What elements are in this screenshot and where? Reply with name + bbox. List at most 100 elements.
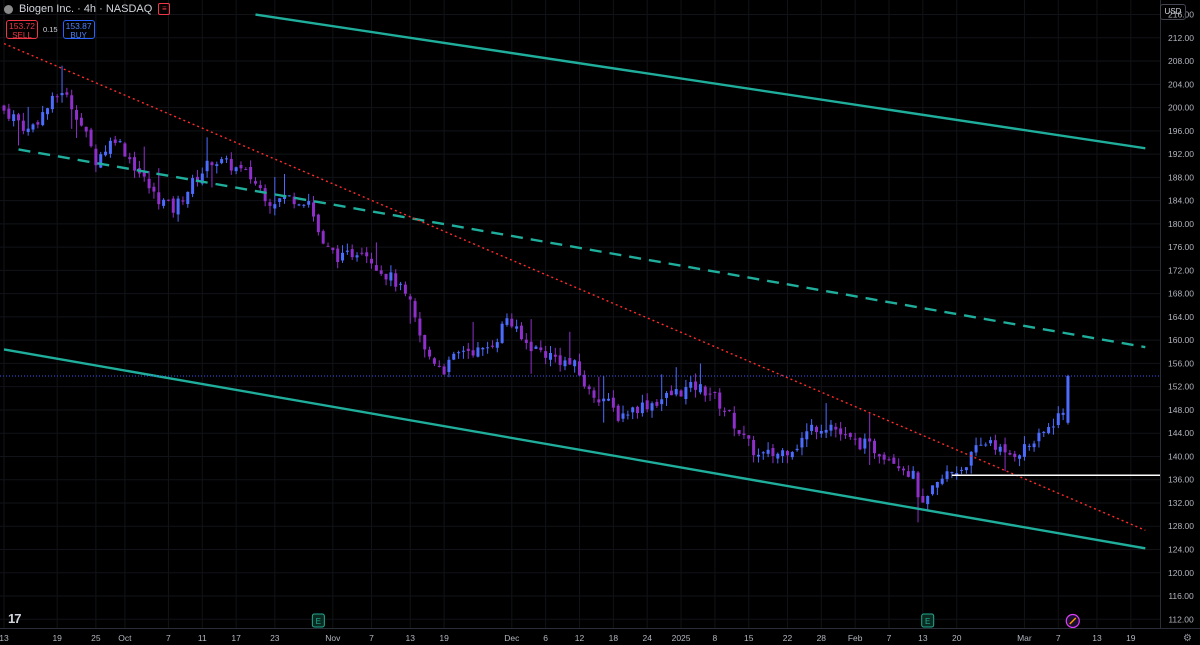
candle-body xyxy=(84,126,88,132)
candle-body xyxy=(302,204,306,206)
y-tick-label: 196.00 xyxy=(1168,126,1194,136)
x-tick-label: 7 xyxy=(1056,633,1061,643)
candle-body xyxy=(640,402,644,414)
x-tick-label: 13 xyxy=(918,633,928,643)
candle-body xyxy=(810,424,814,431)
candle-body xyxy=(336,248,340,263)
candle-body xyxy=(331,247,335,251)
candle-body xyxy=(476,347,480,357)
symbol-header[interactable]: Biogen Inc. · 4h · NASDAQ ≡ xyxy=(4,3,171,15)
candle-body xyxy=(684,387,688,400)
chart-background xyxy=(0,0,1200,645)
candle-body xyxy=(858,438,862,450)
candle-body xyxy=(123,143,127,157)
candle-body xyxy=(1032,443,1036,448)
candle-body xyxy=(544,351,548,358)
candle-body xyxy=(394,273,398,287)
y-tick-label: 160.00 xyxy=(1168,335,1194,345)
y-tick-label: 180.00 xyxy=(1168,219,1194,229)
trade-buttons: 153.72 SELL 0.15 153.87 BUY xyxy=(6,20,95,40)
company-logo-icon xyxy=(4,4,13,14)
candle-body xyxy=(345,250,349,252)
y-tick-label: 192.00 xyxy=(1168,149,1194,159)
x-tick-label: 11 xyxy=(198,633,207,643)
candle-body xyxy=(457,352,461,354)
x-tick-label: 13 xyxy=(406,633,416,643)
buy-button[interactable]: 153.87 BUY xyxy=(62,20,95,40)
candle-body xyxy=(273,204,277,209)
candle-body xyxy=(902,468,906,471)
candle-body xyxy=(747,435,751,439)
candle-body xyxy=(989,440,993,444)
candle-body xyxy=(660,399,664,405)
candle-body xyxy=(529,341,533,352)
candle-body xyxy=(437,365,441,367)
candle-body xyxy=(490,345,494,347)
candle-body xyxy=(220,159,224,164)
candle-body xyxy=(892,457,896,464)
flag-icon[interactable]: ≡ xyxy=(158,3,171,15)
candle-body xyxy=(215,164,219,166)
x-tick-label: 23 xyxy=(270,633,280,643)
buy-label: BUY xyxy=(70,31,87,40)
y-tick-label: 148.00 xyxy=(1168,405,1194,415)
candle-body xyxy=(960,469,964,471)
x-tick-label: 7 xyxy=(887,633,892,643)
currency-button[interactable]: USD xyxy=(1160,4,1186,20)
candle-body xyxy=(568,358,572,365)
y-tick-label: 212.00 xyxy=(1168,33,1194,43)
y-tick-label: 132.00 xyxy=(1168,498,1194,508)
candle-body xyxy=(592,390,596,398)
candle-body xyxy=(239,164,243,169)
candle-body xyxy=(133,157,137,171)
candle-body xyxy=(587,386,591,390)
candle-body xyxy=(46,108,50,115)
candle-body xyxy=(442,366,446,375)
candle-body xyxy=(205,160,209,172)
candle-body xyxy=(31,124,35,130)
spread-value: 0.15 xyxy=(43,25,58,34)
gear-icon[interactable]: ⚙ xyxy=(1183,633,1192,644)
candle-body xyxy=(906,471,910,477)
candle-body xyxy=(616,405,620,421)
sell-button[interactable]: 153.72 SELL xyxy=(6,20,38,40)
candle-body xyxy=(1013,453,1017,458)
y-tick-label: 152.00 xyxy=(1168,382,1194,392)
candle-body xyxy=(297,204,301,206)
candle-body xyxy=(674,389,678,395)
candle-body xyxy=(935,481,939,488)
tradingview-logo-icon[interactable]: 17 xyxy=(8,611,22,626)
candle-body xyxy=(461,350,465,352)
candle-body xyxy=(1042,431,1046,433)
candle-body xyxy=(21,120,25,131)
x-tick-label: Dec xyxy=(504,633,520,643)
candle-body xyxy=(181,200,185,202)
candle-body xyxy=(389,272,393,281)
candle-body xyxy=(732,412,736,429)
candle-body xyxy=(1051,426,1055,428)
candle-body xyxy=(350,249,354,258)
candle-body xyxy=(432,358,436,364)
candle-body xyxy=(766,449,770,454)
price-chart[interactable]: 136.77153.8402:13:17EE 112.00116.00120.0… xyxy=(0,0,1200,645)
candle-body xyxy=(931,485,935,495)
candle-body xyxy=(558,355,562,365)
candle-body xyxy=(510,318,514,327)
candle-body xyxy=(307,201,311,205)
candle-body xyxy=(940,478,944,484)
candle-body xyxy=(191,178,195,194)
candle-body xyxy=(399,283,403,285)
candle-body xyxy=(365,252,369,257)
candle-body xyxy=(423,335,427,350)
candle-body xyxy=(1022,444,1026,457)
candle-body xyxy=(950,472,954,474)
candle-body xyxy=(597,399,601,403)
candle-body xyxy=(979,444,983,446)
candle-body xyxy=(853,438,857,440)
candle-body xyxy=(868,438,872,442)
sell-label: SELL xyxy=(12,31,32,40)
candle-body xyxy=(839,428,843,435)
candle-body xyxy=(805,431,809,440)
candle-body xyxy=(1037,432,1041,442)
candle-body xyxy=(921,496,925,503)
